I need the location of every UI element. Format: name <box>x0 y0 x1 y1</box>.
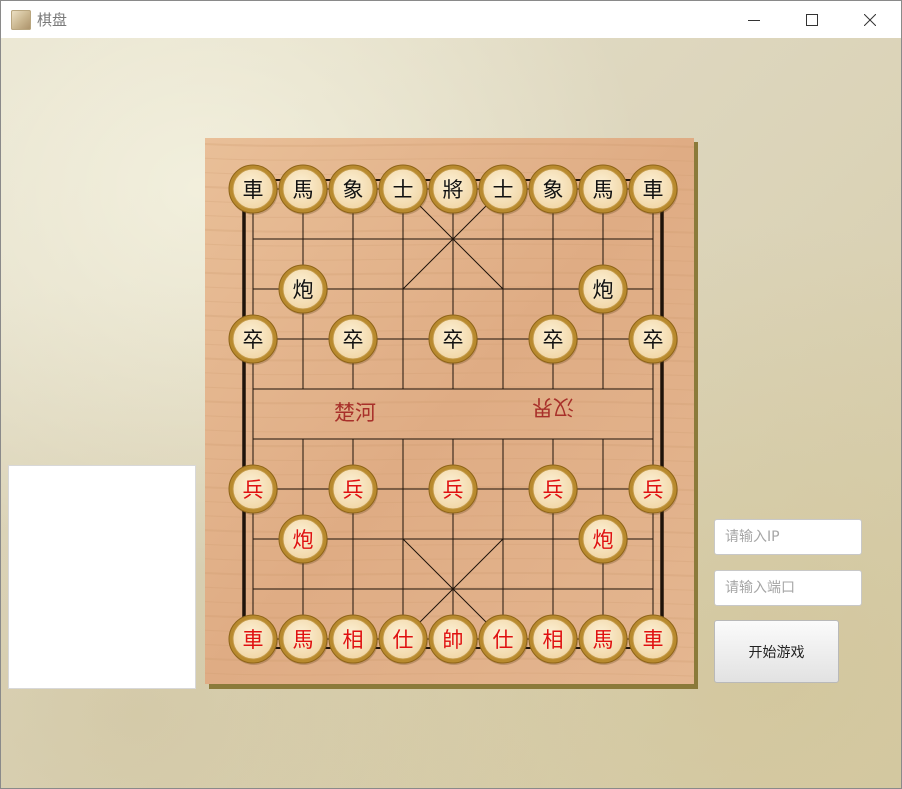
red-piece-label: 車 <box>243 628 264 652</box>
black-piece-label: 士 <box>393 178 414 202</box>
ip-input[interactable] <box>714 519 862 555</box>
black-piece-label: 卒 <box>243 328 264 352</box>
river-label-han: 汉界 <box>532 395 574 419</box>
close-button[interactable] <box>847 1 893 38</box>
board-canvas[interactable]: 楚河 汉界 車馬象士將士象馬車炮 炮卒卒卒卒卒兵兵兵兵兵炮 炮車馬相仕帥仕相馬車 <box>205 138 698 689</box>
port-input[interactable] <box>714 570 862 606</box>
black-piece-label: 炮 <box>293 278 314 302</box>
red-piece-label: 車 <box>643 628 664 652</box>
start-game-button[interactable]: 开始游戏 <box>714 620 839 683</box>
red-piece-label: 帥 <box>443 628 464 652</box>
red-piece-label: 兵 <box>443 478 464 502</box>
black-piece-label: 車 <box>643 178 664 202</box>
app-icon <box>11 10 31 30</box>
red-piece-label: 馬 <box>593 628 614 652</box>
black-piece-label: 卒 <box>443 328 464 352</box>
black-piece-label: 馬 <box>593 178 614 202</box>
red-piece-label: 仕 <box>393 628 414 652</box>
red-piece-label: 炮 <box>593 528 614 552</box>
game-window: 棋盘 楚河 汉界 車 馬 象 士 將 士 象 馬 車 炮 炮 卒 卒 卒 卒 卒… <box>0 0 902 789</box>
red-piece-label: 仕 <box>493 628 514 652</box>
red-piece-label: 兵 <box>643 478 664 502</box>
chess-board[interactable]: 楚河 汉界 車馬象士將士象馬車炮炮卒卒卒卒卒兵兵兵兵兵炮炮車馬相仕帥仕相馬車 <box>205 138 698 689</box>
red-piece-label: 兵 <box>343 478 364 502</box>
red-piece-label: 相 <box>343 628 364 652</box>
minimize-icon <box>748 19 760 21</box>
black-piece-label: 士 <box>493 178 514 202</box>
black-piece-label: 象 <box>343 178 364 202</box>
black-piece-label: 將 <box>443 178 464 202</box>
black-piece-label: 卒 <box>343 328 364 352</box>
maximize-icon <box>806 13 818 26</box>
black-piece-label: 馬 <box>293 178 314 202</box>
window-title: 棋盘 <box>37 11 68 29</box>
black-piece-label: 卒 <box>643 328 664 352</box>
red-piece-label: 兵 <box>543 478 564 502</box>
red-piece-label: 兵 <box>243 478 264 502</box>
black-piece-label: 象 <box>543 178 564 202</box>
title-bar[interactable]: 棋盘 <box>1 1 901 38</box>
red-piece-label: 相 <box>543 628 564 652</box>
close-icon <box>864 13 876 26</box>
minimize-button[interactable] <box>731 1 777 38</box>
message-panel[interactable] <box>8 465 196 689</box>
black-piece-label: 車 <box>243 178 264 202</box>
maximize-button[interactable] <box>789 1 835 38</box>
river-label-chu: 楚河 <box>334 401 376 425</box>
client-area: 楚河 汉界 車馬象士將士象馬車炮炮卒卒卒卒卒兵兵兵兵兵炮炮車馬相仕帥仕相馬車 开… <box>1 38 901 788</box>
red-piece-label: 炮 <box>293 528 314 552</box>
black-piece-label: 卒 <box>543 328 564 352</box>
black-piece-label: 炮 <box>593 278 614 302</box>
red-piece-label: 馬 <box>293 628 314 652</box>
